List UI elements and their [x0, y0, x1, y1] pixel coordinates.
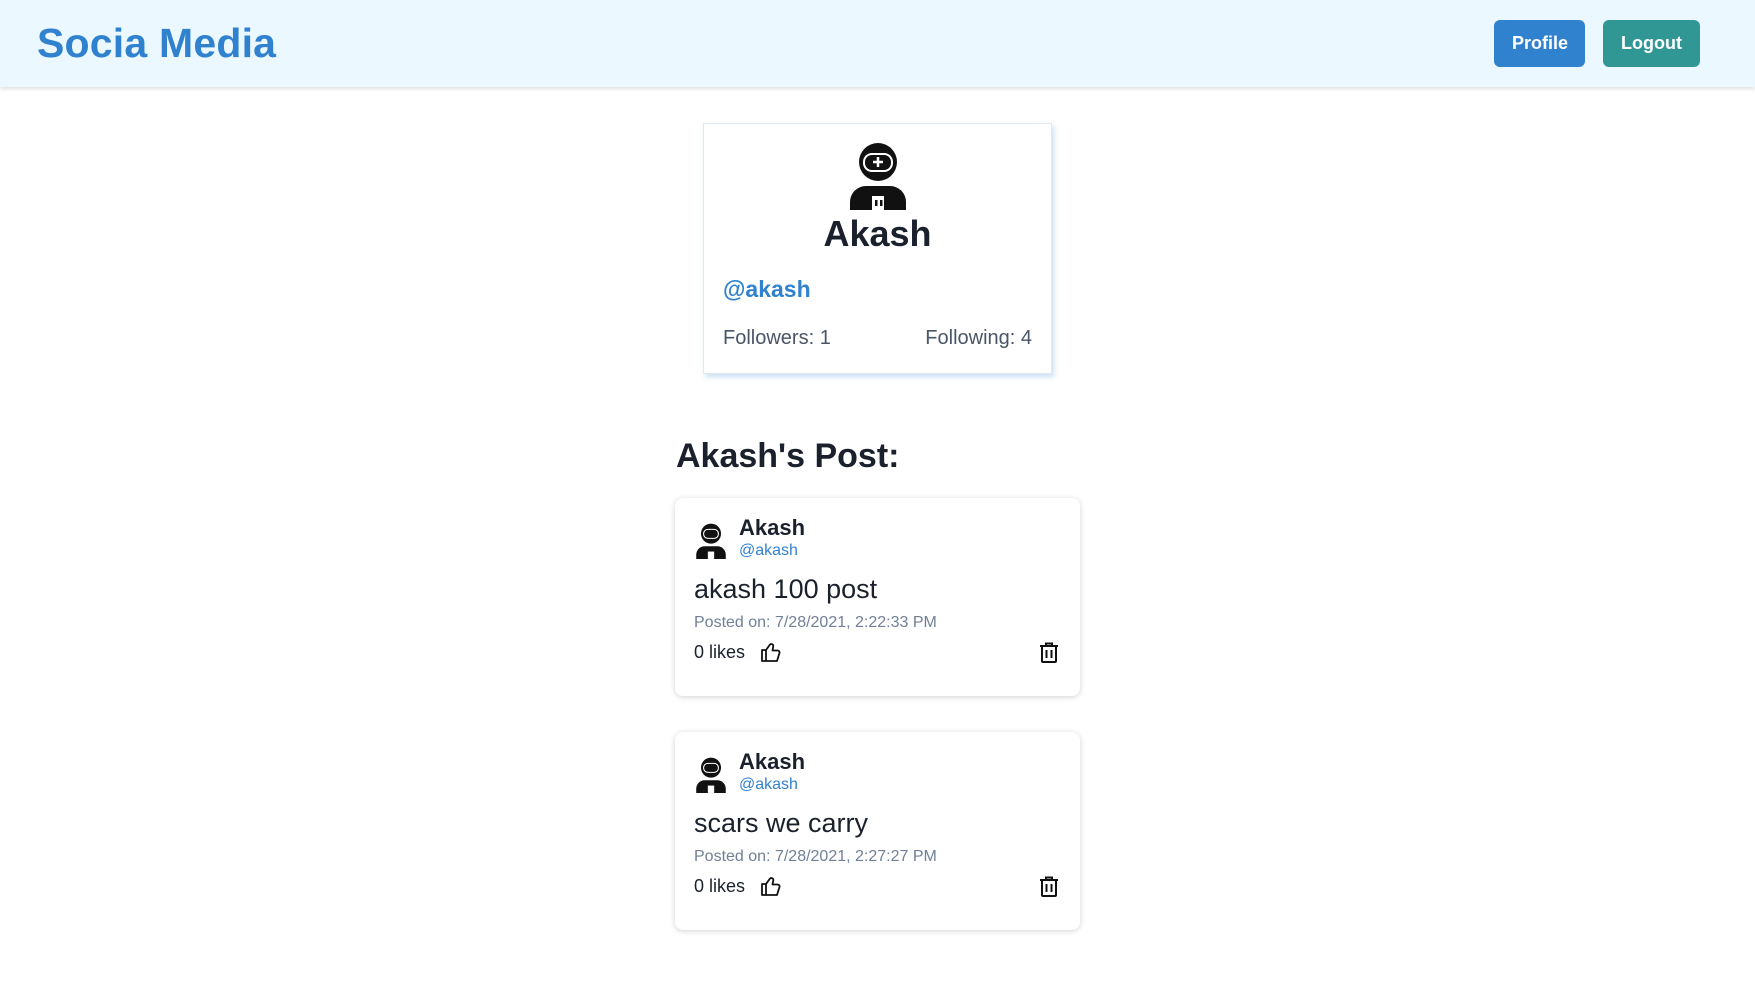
astronaut-avatar-icon: [696, 523, 726, 559]
post-author: Akash: [739, 515, 806, 540]
post-card: Akash @akash scars we carry Posted on: 7…: [675, 732, 1080, 930]
logout-button[interactable]: Logout: [1603, 20, 1700, 67]
profile-card: Akash @akash Followers: 1 Following: 4: [703, 123, 1052, 374]
likes-count: 0 likes: [694, 641, 746, 662]
profile-stats: Followers: 1 Following: 4: [723, 327, 1032, 350]
post-author: Akash: [739, 749, 806, 774]
post-content: scars we carry: [694, 808, 869, 838]
post-handle: @akash: [739, 542, 798, 559]
profile-button[interactable]: Profile: [1494, 20, 1585, 67]
post-footer: 0 likes: [694, 640, 1061, 664]
followers-count[interactable]: Followers: 1: [723, 327, 831, 350]
thumbs-up-icon[interactable]: [759, 874, 783, 898]
nav-actions: Profile Logout: [1494, 20, 1700, 67]
trash-icon[interactable]: [1037, 874, 1061, 898]
thumbs-up-icon[interactable]: [759, 640, 783, 664]
profile-handle: @akash: [723, 276, 811, 302]
brand-title[interactable]: Socia Media: [37, 20, 276, 67]
posts-heading: Akash's Post:: [676, 437, 900, 475]
trash-icon[interactable]: [1037, 640, 1061, 664]
post-header: Akash @akash: [694, 516, 1061, 562]
post-author-block: Akash @akash: [739, 750, 805, 796]
profile-name: Akash: [823, 213, 932, 254]
likes-count: 0 likes: [694, 875, 746, 896]
post-content: akash 100 post: [694, 574, 878, 604]
following-count[interactable]: Following: 4: [925, 327, 1032, 350]
post-footer: 0 likes: [694, 874, 1061, 898]
post-author-block: Akash @akash: [739, 516, 805, 562]
post-handle: @akash: [739, 776, 798, 793]
post-date: Posted on: 7/28/2021, 2:22:33 PM: [694, 614, 937, 631]
astronaut-avatar-icon: [849, 143, 906, 210]
post-date: Posted on: 7/28/2021, 2:27:27 PM: [694, 848, 937, 865]
post-card: Akash @akash akash 100 post Posted on: 7…: [675, 498, 1080, 696]
post-header: Akash @akash: [694, 750, 1061, 796]
astronaut-avatar-icon: [696, 757, 726, 793]
likes-wrap: 0 likes: [694, 640, 783, 664]
navbar: Socia Media Profile Logout: [0, 0, 1755, 87]
likes-wrap: 0 likes: [694, 874, 783, 898]
